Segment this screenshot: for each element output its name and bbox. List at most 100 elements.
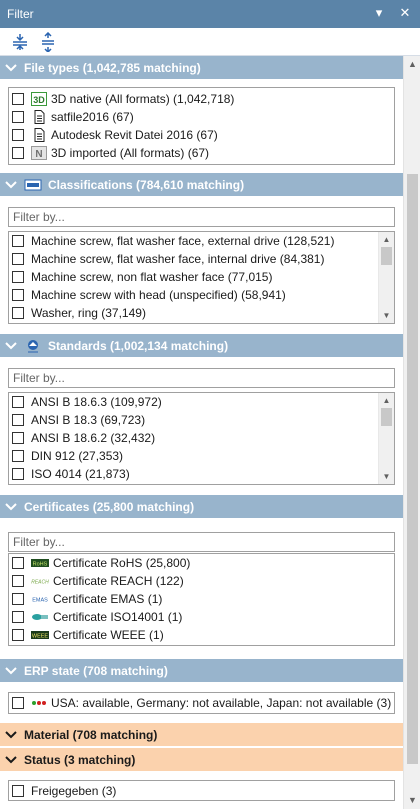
list-item[interactable]: DIN 912 (27,353): [12, 447, 123, 465]
scroll-thumb[interactable]: [381, 408, 392, 426]
weee-logo-icon: WEEE: [31, 631, 49, 640]
list-item[interactable]: EMAS Certificate EMAS (1): [12, 590, 162, 608]
list-item[interactable]: satfile2016 (67): [12, 108, 134, 126]
checkbox[interactable]: [12, 111, 24, 123]
checkbox[interactable]: [12, 253, 24, 265]
checkbox[interactable]: [12, 468, 24, 480]
rohs-logo-icon: RoHS: [31, 559, 49, 568]
chevron-down-icon: [5, 180, 17, 188]
window-title: Filter: [7, 7, 34, 21]
list-item[interactable]: WEEE Certificate WEEE (1): [12, 626, 164, 644]
3d-imported-icon: N: [31, 146, 47, 160]
item-label: ANSI B 18.6.2 (32,432): [31, 431, 156, 445]
erp-state-list: USA: available, Germany: not available, …: [8, 692, 395, 714]
svg-text:N: N: [35, 149, 42, 160]
checkbox[interactable]: [12, 307, 24, 319]
scroll-down-icon[interactable]: ▼: [408, 796, 417, 805]
file-types-list: 3D 3D native (All formats) (1,042,718) s…: [8, 87, 395, 165]
checkbox[interactable]: [12, 575, 24, 587]
list-item[interactable]: Machine screw, flat washer face, interna…: [12, 250, 324, 268]
toolbar: [0, 28, 420, 56]
scroll-down-icon[interactable]: ▼: [382, 472, 391, 481]
checkbox[interactable]: [12, 289, 24, 301]
checkbox[interactable]: [12, 557, 24, 569]
collapse-all-icon[interactable]: [38, 32, 58, 52]
pin-dropdown-icon[interactable]: ▾: [372, 6, 386, 20]
item-label: Machine screw, non flat washer face (77,…: [31, 270, 273, 284]
item-label: Certificate REACH (122): [53, 574, 184, 588]
section-title: File types (1,042,785 matching): [24, 60, 201, 75]
section-header-erp-state[interactable]: ERP state (708 matching): [0, 659, 403, 682]
list-item[interactable]: REACH Certificate REACH (122): [12, 572, 184, 590]
section-header-classifications[interactable]: Classifications (784,610 matching): [0, 173, 403, 196]
item-label: USA: available, Germany: not available, …: [51, 696, 392, 710]
section-header-certificates[interactable]: Certificates (25,800 matching): [0, 495, 403, 518]
list-item[interactable]: Autodesk Revit Datei 2016 (67): [12, 126, 218, 144]
checkbox[interactable]: [12, 785, 24, 797]
scroll-up-icon[interactable]: ▲: [408, 60, 417, 69]
list-item[interactable]: N 3D imported (All formats) (67): [12, 144, 209, 162]
checkbox[interactable]: [12, 414, 24, 426]
checkbox[interactable]: [12, 93, 24, 105]
emas-logo-icon: EMAS: [32, 598, 48, 604]
list-item[interactable]: ANSI B 18.6.2 (32,432): [12, 429, 155, 447]
checkbox[interactable]: [12, 432, 24, 444]
list-item[interactable]: ISO 4014 (21,873): [12, 465, 130, 483]
section-title: ERP state (708 matching): [24, 663, 168, 678]
checkbox[interactable]: [12, 611, 24, 623]
list-scrollbar[interactable]: ▲ ▼: [378, 232, 394, 323]
list-item[interactable]: Washer, ring (37,149): [12, 304, 146, 322]
chevron-down-icon: [5, 341, 17, 349]
classification-icon: [24, 179, 42, 190]
item-label: satfile2016 (67): [51, 110, 134, 124]
scroll-up-icon[interactable]: ▲: [382, 235, 391, 244]
section-title: Status (3 matching): [24, 752, 136, 767]
checkbox[interactable]: [12, 147, 24, 159]
list-item[interactable]: Freigegeben (3): [12, 782, 116, 800]
window-title-bar: Filter ▾ ✕: [0, 0, 420, 28]
list-item[interactable]: USA: available, Germany: not available, …: [12, 694, 391, 712]
scroll-up-icon[interactable]: ▲: [382, 396, 391, 405]
expand-all-icon[interactable]: [10, 32, 30, 52]
section-header-status[interactable]: Status (3 matching): [0, 748, 403, 771]
document-icon: [34, 128, 45, 142]
list-item[interactable]: 3D 3D native (All formats) (1,042,718): [12, 90, 234, 108]
list-item[interactable]: Certificate ISO14001 (1): [12, 608, 182, 626]
close-icon[interactable]: ✕: [398, 6, 412, 20]
list-item[interactable]: Machine screw, flat washer face, externa…: [12, 232, 334, 250]
section-header-file-types[interactable]: File types (1,042,785 matching): [0, 56, 403, 79]
list-item[interactable]: Machine screw, non flat washer face (77,…: [12, 268, 272, 286]
scroll-thumb[interactable]: [381, 247, 392, 265]
list-item[interactable]: RoHS Certificate RoHS (25,800): [12, 554, 190, 572]
3d-native-icon: 3D: [31, 92, 47, 106]
checkbox[interactable]: [12, 396, 24, 408]
item-label: Machine screw, flat washer face, externa…: [31, 234, 335, 248]
classifications-filter-input[interactable]: [8, 207, 395, 227]
section-header-material[interactable]: Material (708 matching): [0, 723, 403, 746]
section-header-standards[interactable]: Standards (1,002,134 matching): [0, 334, 403, 357]
item-label: Certificate WEEE (1): [53, 628, 164, 642]
standards-filter-input[interactable]: [8, 368, 395, 388]
checkbox[interactable]: [12, 629, 24, 641]
scroll-thumb[interactable]: [407, 174, 418, 764]
checkbox[interactable]: [12, 129, 24, 141]
checkbox[interactable]: [12, 697, 24, 709]
chevron-down-icon: [5, 755, 17, 763]
list-item[interactable]: ANSI B 18.3 (69,723): [12, 411, 145, 429]
scroll-down-icon[interactable]: ▼: [382, 311, 391, 320]
list-scrollbar[interactable]: ▲ ▼: [378, 393, 394, 484]
checkbox[interactable]: [12, 450, 24, 462]
checkbox[interactable]: [12, 593, 24, 605]
item-label: ANSI B 18.3 (69,723): [31, 413, 146, 427]
item-label: Machine screw with head (unspecified) (5…: [31, 288, 286, 302]
list-item[interactable]: ANSI B 18.6.3 (109,972): [12, 393, 162, 411]
checkbox[interactable]: [12, 271, 24, 283]
list-item[interactable]: Machine screw with head (unspecified) (5…: [12, 286, 286, 304]
certificates-filter-input[interactable]: [8, 532, 395, 552]
svg-text:3D: 3D: [33, 95, 45, 105]
panel-scrollbar[interactable]: ▲ ▼: [403, 56, 420, 809]
item-label: Machine screw, flat washer face, interna…: [31, 252, 325, 266]
item-label: 3D native (All formats) (1,042,718): [51, 92, 235, 106]
document-icon: [34, 110, 45, 124]
checkbox[interactable]: [12, 235, 24, 247]
